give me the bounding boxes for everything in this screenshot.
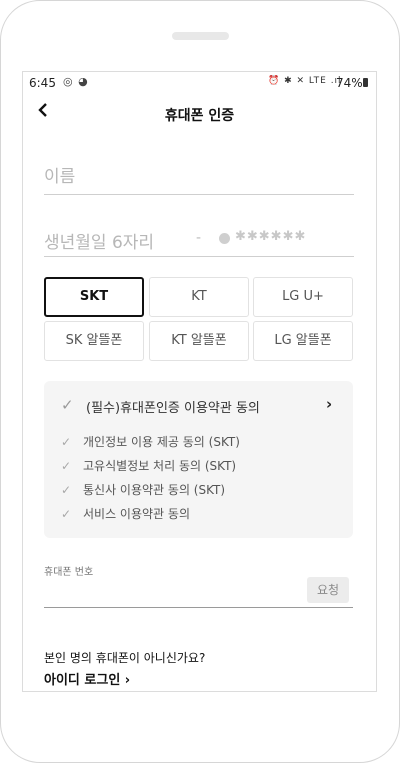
name-input[interactable] [44,160,354,195]
not-own-phone-question: 본인 명의 휴대폰이 아니신가요? [44,651,206,665]
phone-speaker [172,32,229,40]
masked-digits: ✱✱✱✱✱✱ [235,229,307,244]
id-login-link[interactable]: 아이디 로그인 › [44,669,130,688]
phone-frame: 6:45 ◎ ◕ ⏰ ✱ ✕ LTE .ıl 74% 휴대폰 인증 생년월일 6… [0,0,400,763]
system-icons: ⏰ ✱ ✕ LTE .ıl [268,76,342,86]
terms-item[interactable]: ✓ 고유식별정보 처리 동의 (SKT) [61,457,236,475]
check-icon[interactable]: ✓ [61,396,74,414]
terms-item-label: 개인정보 이용 제공 동의 (SKT) [83,435,240,449]
battery-percent: 74% [336,76,363,90]
check-icon: ✓ [61,483,72,497]
battery-icon [363,78,368,87]
terms-item-label: 서비스 이용약관 동의 [83,507,190,521]
terms-item[interactable]: ✓ 개인정보 이용 제공 동의 (SKT) [61,433,240,451]
chevron-right-icon[interactable]: › [326,395,332,413]
gender-digit-dot[interactable] [219,233,230,244]
terms-item-label: 통신사 이용약관 동의 (SKT) [83,483,226,497]
carrier-lgu-button[interactable]: LG U+ [253,277,353,317]
check-icon: ✓ [61,435,72,449]
terms-item[interactable]: ✓ 서비스 이용약관 동의 [61,505,190,523]
birth-date-field[interactable]: 생년월일 6자리 - ✱✱✱✱✱✱ [44,222,354,257]
check-icon: ✓ [61,507,72,521]
carrier-kt-button[interactable]: KT [149,277,249,317]
request-button[interactable]: 요청 [307,577,349,603]
terms-item[interactable]: ✓ 통신사 이용약관 동의 (SKT) [61,481,225,499]
carrier-kt-mvno-button[interactable]: KT 알뜰폰 [149,321,249,361]
status-time: 6:45 [29,76,56,90]
terms-main-label[interactable]: (필수)휴대폰인증 이용약관 동의 [86,397,260,416]
terms-item-label: 고유식별정보 처리 동의 (SKT) [83,459,237,473]
page-title: 휴대폰 인증 [164,108,235,124]
notification-icons: ◎ ◕ [63,75,89,88]
carrier-sk-mvno-button[interactable]: SK 알뜰폰 [44,321,144,361]
birth-dash: - [196,230,202,246]
phone-screen: 6:45 ◎ ◕ ⏰ ✱ ✕ LTE .ıl 74% 휴대폰 인증 생년월일 6… [22,71,377,692]
birth-date-placeholder: 생년월일 6자리 [44,233,155,253]
status-bar: 6:45 ◎ ◕ ⏰ ✱ ✕ LTE .ıl 74% [23,72,376,94]
carrier-skt-button[interactable]: SKT [44,277,144,317]
terms-box: ✓ (필수)휴대폰인증 이용약관 동의 › ✓ 개인정보 이용 제공 동의 (SK… [44,381,353,538]
check-icon: ✓ [61,459,72,473]
carrier-lg-mvno-button[interactable]: LG 알뜰폰 [253,321,353,361]
header: 휴대폰 인증 [23,94,376,134]
